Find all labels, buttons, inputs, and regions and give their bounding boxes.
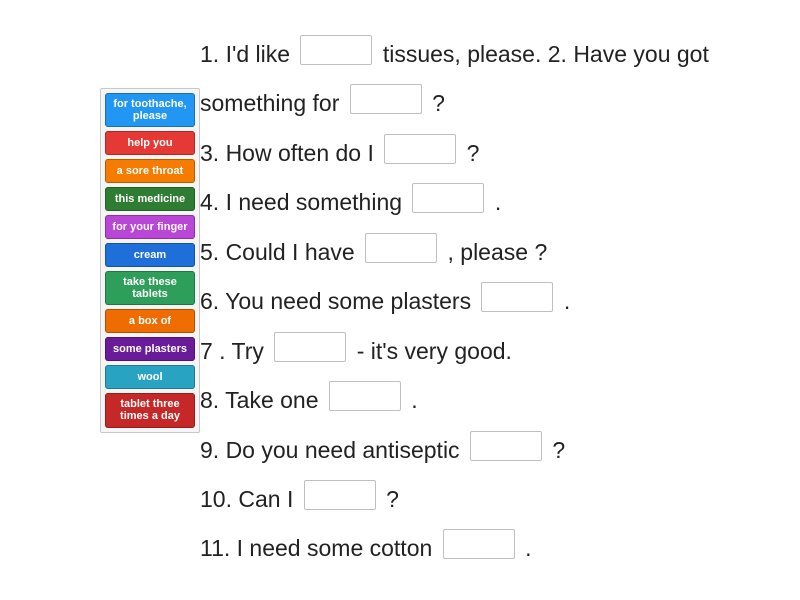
sentence-text: 4. I need something xyxy=(200,189,408,215)
sentence-text: 1. I'd like xyxy=(200,41,296,67)
sentence-1: 1. I'd like tissues, please. xyxy=(200,41,548,67)
blank-4[interactable] xyxy=(412,183,484,213)
sentence-5: 5. Could I have , please ? xyxy=(200,228,760,277)
sentence-text: . xyxy=(411,387,417,413)
sentence-text: . xyxy=(495,189,501,215)
sentence-text: 5. Could I have xyxy=(200,239,361,265)
sentence-text: ? xyxy=(552,437,565,463)
sentence-text: - it's very good. xyxy=(357,338,512,364)
blank-8[interactable] xyxy=(329,381,401,411)
tile-for-your-finger[interactable]: for your finger xyxy=(105,215,195,239)
sentence-text: 9. Do you need antiseptic xyxy=(200,437,466,463)
sentences-area: 1. I'd like tissues, please. 2. Have you… xyxy=(200,30,760,574)
sentence-text: 10. Can I xyxy=(200,486,300,512)
sentence-10: 10. Can I ? xyxy=(200,475,760,524)
tile-help-you[interactable]: help you xyxy=(105,131,195,155)
sentence-7: 7 . Try - it's very good. xyxy=(200,327,760,376)
tile-take-tablets[interactable]: take these tablets xyxy=(105,271,195,305)
blank-9[interactable] xyxy=(470,431,542,461)
sentence-6: 6. You need some plasters . xyxy=(200,277,760,326)
blank-10[interactable] xyxy=(304,480,376,510)
blank-11[interactable] xyxy=(443,529,515,559)
sentence-8: 8. Take one . xyxy=(200,376,760,425)
sentence-text: . xyxy=(525,535,531,561)
sentence-text: 11. I need some cotton xyxy=(200,535,439,561)
sentence-11: 11. I need some cotton . xyxy=(200,524,760,573)
blank-3[interactable] xyxy=(384,134,456,164)
sentence-text: 3. How often do I xyxy=(200,140,380,166)
sentence-text: , please ? xyxy=(448,239,548,265)
sentence-text: . xyxy=(564,288,570,314)
sentence-text: ? xyxy=(386,486,399,512)
blank-1[interactable] xyxy=(300,35,372,65)
sentence-text: tissues, please. xyxy=(383,41,542,67)
sentence-text: 8. Take one xyxy=(200,387,325,413)
blank-7[interactable] xyxy=(274,332,346,362)
sentence-text: ? xyxy=(467,140,480,166)
sentence-text: 6. You need some plasters xyxy=(200,288,477,314)
blank-6[interactable] xyxy=(481,282,553,312)
tile-for-toothache[interactable]: for toothache, please xyxy=(105,93,195,127)
tile-some-plasters[interactable]: some plasters xyxy=(105,337,195,361)
sentence-9: 9. Do you need antiseptic ? xyxy=(200,426,760,475)
sentence-3: 3. How often do I ? xyxy=(200,129,760,178)
sentence-4: 4. I need something . xyxy=(200,178,760,227)
tile-this-medicine[interactable]: this medicine xyxy=(105,187,195,211)
tile-cream[interactable]: cream xyxy=(105,243,195,267)
word-tiles-panel: for toothache, please help you a sore th… xyxy=(100,88,200,433)
tile-a-box-of[interactable]: a box of xyxy=(105,309,195,333)
tile-wool[interactable]: wool xyxy=(105,365,195,389)
sentence-text: 7 . Try xyxy=(200,338,270,364)
tile-tablet-times[interactable]: tablet three times a day xyxy=(105,393,195,427)
sentence-text: ? xyxy=(432,90,445,116)
tile-a-sore-throat[interactable]: a sore throat xyxy=(105,159,195,183)
blank-5[interactable] xyxy=(365,233,437,263)
blank-2[interactable] xyxy=(350,84,422,114)
